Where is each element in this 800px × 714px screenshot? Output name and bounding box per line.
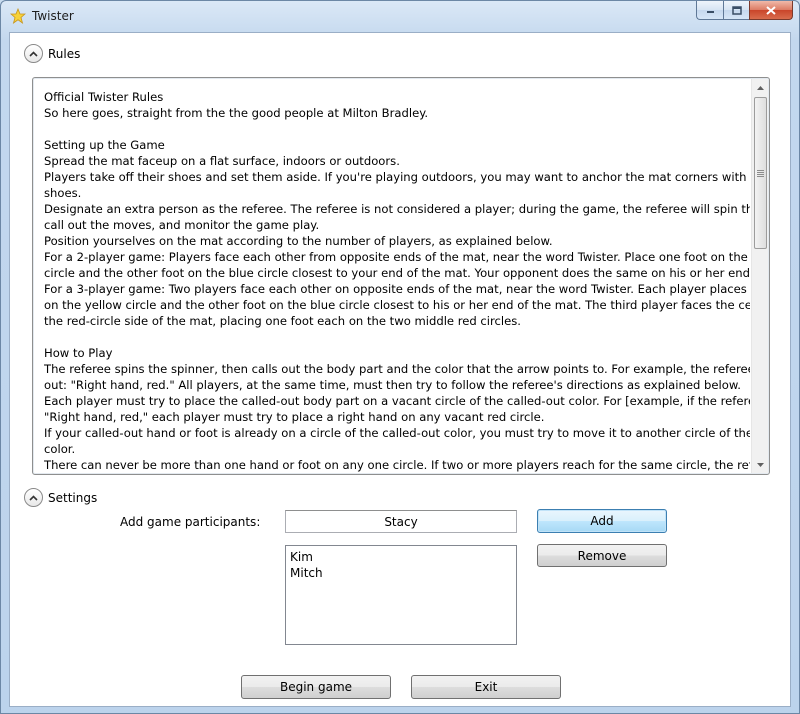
rules-line: Spread the mat faceup on a flat surface,…: [44, 154, 400, 168]
rules-textbox[interactable]: Official Twister Rules So here goes, stra…: [32, 77, 770, 475]
rules-line: shoes.: [44, 186, 82, 200]
rules-text: Official Twister Rules So here goes, stra…: [44, 89, 750, 473]
scroll-up-button[interactable]: [752, 79, 769, 96]
settings-collapse-button[interactable]: [24, 488, 43, 507]
close-button[interactable]: [749, 1, 793, 20]
rules-collapse-button[interactable]: [24, 44, 43, 63]
rules-line: on the yellow circle and the other foot …: [44, 298, 750, 312]
rules-line: color.: [44, 442, 76, 456]
participants-label: Add game participants:: [120, 515, 261, 529]
rules-header-label: Rules: [48, 46, 81, 61]
rules-line: Position yourselves on the mat according…: [44, 234, 553, 248]
rules-line: call out the moves, and monitor the game…: [44, 218, 320, 232]
exit-button[interactable]: Exit: [411, 675, 561, 699]
grip-icon: [757, 169, 764, 177]
settings-header-label: Settings: [48, 490, 98, 505]
rules-line: How to Play: [44, 346, 113, 360]
chevron-up-icon: [29, 494, 38, 501]
rules-line: So here goes, straight from the the good…: [44, 106, 429, 120]
participant-name-input[interactable]: [285, 510, 517, 533]
scroll-down-button[interactable]: [752, 456, 769, 473]
rules-line: "Right hand, red," each player must try …: [44, 410, 545, 424]
remove-button[interactable]: Remove: [537, 544, 667, 567]
rules-line: [44, 329, 750, 345]
rules-line: circle and the other foot on the blue ci…: [44, 266, 750, 280]
rules-line: Designate an extra person as the referee…: [44, 202, 750, 216]
title-bar[interactable]: Twister: [1, 1, 799, 32]
list-item[interactable]: Kim: [290, 549, 512, 565]
window-title: Twister: [32, 9, 74, 23]
rules-line: For a 3-player game: Two players face ea…: [44, 282, 750, 296]
rules-scrollbar[interactable]: [751, 79, 768, 473]
rules-expander-header[interactable]: Rules: [24, 44, 80, 63]
rules-line: If your called-out hand or foot is alrea…: [44, 426, 750, 440]
rules-line: Players take off their shoes and set the…: [44, 170, 750, 184]
rules-line: There can never be more than one hand or…: [44, 458, 750, 472]
chevron-up-icon: [29, 50, 38, 57]
maximize-button[interactable]: [723, 1, 749, 20]
participants-listbox[interactable]: Kim Mitch: [285, 545, 517, 645]
rules-line: Each player must try to place the called…: [44, 394, 750, 408]
scroll-thumb[interactable]: [754, 97, 767, 249]
rules-line: The referee spins the spinner, then call…: [44, 362, 750, 376]
rules-line: out: "Right hand, red." All players, at …: [44, 378, 741, 392]
caption-buttons: [696, 1, 793, 20]
rules-line: Official Twister Rules: [44, 90, 164, 104]
star-icon: [9, 7, 27, 24]
scroll-down-icon: [757, 462, 764, 467]
rules-line: For a 2-player game: Players face each o…: [44, 250, 750, 264]
list-item[interactable]: Mitch: [290, 565, 512, 581]
minimize-button[interactable]: [696, 1, 723, 20]
rules-line: Setting up the Game: [44, 138, 165, 152]
close-icon: [766, 5, 776, 15]
minimize-icon: [706, 11, 714, 13]
client-area: Rules Official Twister Rules So here goes…: [9, 32, 791, 707]
rules-line: [44, 121, 750, 137]
scroll-up-icon: [757, 85, 764, 90]
maximize-icon: [731, 5, 742, 15]
main-window: Twister Rules Official Twister Rules So h…: [0, 0, 800, 714]
rules-line: the red-circle side of the mat, placing …: [44, 314, 521, 328]
add-button[interactable]: Add: [537, 509, 667, 533]
begin-game-button[interactable]: Begin game: [241, 675, 391, 699]
settings-expander-header[interactable]: Settings: [24, 488, 97, 507]
